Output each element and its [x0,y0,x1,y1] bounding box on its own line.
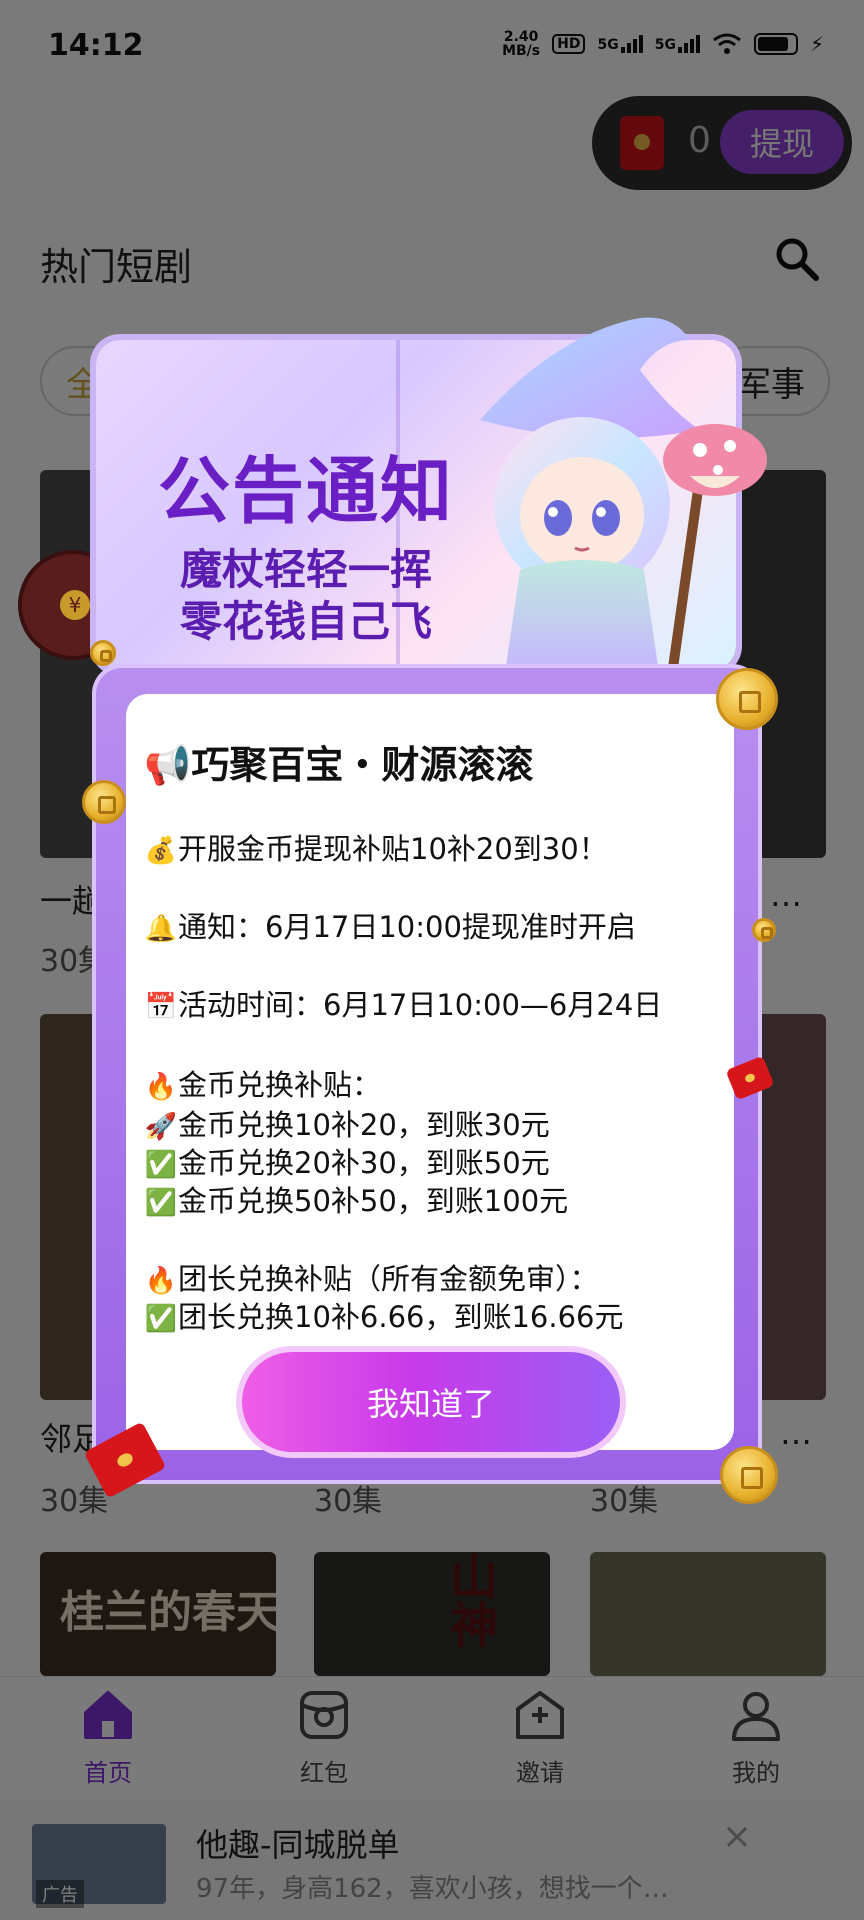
notice-line: 🚀金币兑换10补20，到账30元 [144,1108,550,1142]
check-icon: ✅ [144,1150,178,1180]
notice-line: ✅金币兑换20补30，到账50元 [144,1146,550,1180]
notice-heading: 📢巧聚百宝・财源滚滚 [144,743,534,787]
confirm-button[interactable]: 我知道了 [242,1352,620,1452]
notice-line: 🔥金币兑换补贴： [144,1068,382,1102]
rocket-icon: 🚀 [144,1112,178,1142]
check-icon: ✅ [144,1188,178,1218]
money-bag-icon: 💰 [144,836,178,866]
notice-line: 🔥团长兑换补贴（所有金额免审）： [144,1262,599,1296]
notice-line: 🔔通知：6月17日10:00提现准时开启 [144,910,636,944]
gold-coin-icon [716,668,778,730]
gold-coin-icon [720,1446,778,1504]
bell-icon: 🔔 [144,914,178,944]
check-icon: ✅ [144,1304,178,1334]
notice-line: ✅金币兑换50补50，到账100元 [144,1184,569,1218]
notice-line: 💰开服金币提现补贴10补20到30！ [144,832,608,866]
banner-title: 公告通知 [158,449,455,533]
notice-line: ✅团长兑换10补6.66，到账16.66元 [144,1300,624,1334]
fire-icon: 🔥 [144,1072,178,1102]
gold-coin-icon [82,780,126,824]
wizard-girl-illustration [480,317,767,680]
banner-subtitle: 零花钱自己飞 [180,597,433,646]
notice-line: 📅活动时间：6月17日10:00—6月24日 [144,988,663,1022]
fire-icon: 🔥 [144,1266,178,1296]
gold-coin-icon [752,918,776,942]
calendar-icon: 📅 [144,992,178,1022]
gold-coin-icon [90,640,116,666]
megaphone-icon: 📢 [144,743,192,787]
